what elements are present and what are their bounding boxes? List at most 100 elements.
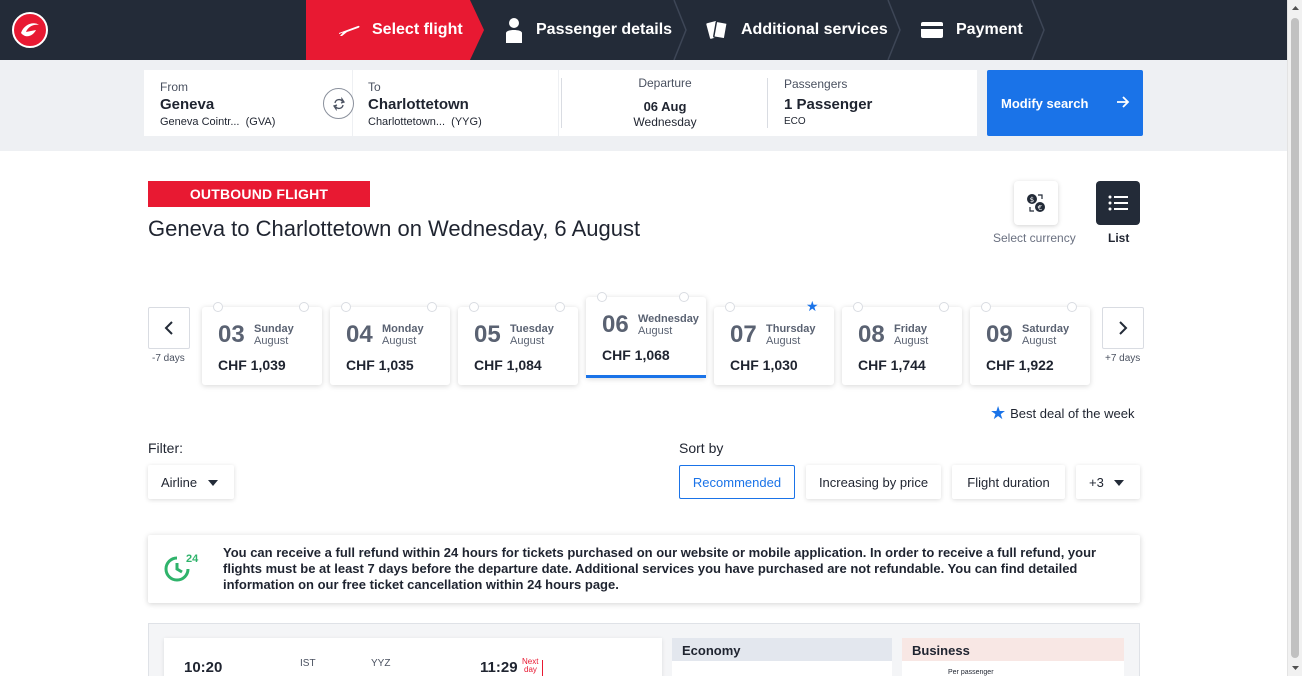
day-month: August — [382, 335, 417, 347]
business-label: Business — [912, 643, 970, 658]
day-number: 03 — [218, 321, 245, 348]
step-payment[interactable]: Payment — [920, 0, 1023, 60]
date-card-03[interactable]: 03 Sunday August CHF 1,039 — [202, 303, 322, 385]
date-card-06-selected[interactable]: 06 Wednesday August CHF 1,068 — [586, 293, 706, 378]
day-price: CHF 1,030 — [730, 357, 798, 373]
from-label: From — [160, 80, 188, 94]
date-card-08[interactable]: 08 Friday August CHF 1,744 — [842, 303, 962, 385]
svg-text:24: 24 — [186, 553, 199, 565]
previous-week-button[interactable] — [148, 307, 190, 349]
transfer-airport-code: IST — [300, 658, 316, 669]
divider — [767, 78, 768, 128]
departure-field[interactable]: Departure 06 Aug Wednesday — [570, 76, 760, 129]
business-fare-area[interactable]: Per passenger — [902, 661, 1124, 676]
date-card-05[interactable]: 05 Tuesday August CHF 1,084 — [458, 303, 578, 385]
economy-label: Economy — [682, 643, 741, 658]
step-additional-services[interactable]: Additional services — [705, 0, 888, 60]
chevron-right-icon — [1119, 321, 1128, 335]
day-month: August — [638, 325, 673, 337]
date-card-07[interactable]: 07 Thursday August CHF 1,030 — [714, 303, 834, 385]
passengers-value: 1 Passenger — [784, 96, 873, 113]
step-label: Select flight — [372, 21, 463, 38]
plane-icon — [338, 23, 360, 37]
arrow-right-icon — [1115, 94, 1131, 113]
sort-price-button[interactable]: Increasing by price — [806, 465, 941, 499]
more-sort-label: +3 — [1089, 474, 1104, 490]
day-month: August — [1022, 335, 1057, 347]
day-name: Sunday — [254, 323, 294, 335]
sort-by-label: Sort by — [679, 440, 724, 456]
modify-search-button[interactable]: Modify search — [987, 70, 1143, 136]
star-icon: ★ — [990, 403, 1007, 423]
day-month: August — [766, 335, 801, 347]
sort-recommended-button[interactable]: Recommended — [679, 465, 795, 499]
list-view-button[interactable] — [1096, 181, 1140, 225]
day-month: August — [254, 335, 289, 347]
airline-filter-label: Airline — [161, 474, 198, 490]
sort-duration-button[interactable]: Flight duration — [952, 465, 1065, 499]
day-number: 04 — [346, 321, 373, 348]
currency-exchange-icon: $€ — [1027, 194, 1045, 212]
departure-day: Wednesday — [633, 115, 697, 129]
step-divider — [886, 0, 902, 60]
scrollbar-thumb[interactable] — [1291, 18, 1299, 658]
cabin-class: ECO — [784, 116, 806, 127]
to-city: Charlottetown — [368, 96, 469, 113]
day-number: 05 — [474, 321, 501, 348]
flight-itinerary-card[interactable]: 10:20 IST YYZ 11:29 Next day — [164, 638, 662, 676]
person-icon — [504, 17, 524, 43]
page-scrollbar[interactable] — [1287, 0, 1302, 676]
best-deal-label: Best deal of the week — [1010, 406, 1135, 421]
step-passenger-details[interactable]: Passenger details — [504, 0, 672, 60]
from-airport: Geneva Cointr... (GVA) — [160, 116, 276, 128]
route-title: Geneva to Charlottetown on Wednesday, 6 … — [148, 216, 641, 241]
day-month: August — [510, 335, 545, 347]
airline-filter-dropdown[interactable]: Airline — [148, 465, 234, 499]
caret-down-icon — [1114, 480, 1124, 486]
chevron-left-icon — [164, 321, 173, 335]
swap-icon — [332, 96, 345, 111]
day-price: CHF 1,068 — [602, 347, 670, 363]
day-name: Tuesday — [510, 323, 554, 335]
progress-header: Select flight Passenger details Addition… — [0, 0, 1287, 60]
outbound-flight-tag: OUTBOUND FLIGHT — [148, 181, 370, 207]
day-name: Saturday — [1022, 323, 1070, 335]
more-sort-options-dropdown[interactable]: +3 — [1076, 465, 1140, 499]
day-month: August — [894, 335, 929, 347]
refund-24h-icon: 24 — [164, 551, 204, 590]
day-price: CHF 1,084 — [474, 357, 542, 373]
departure-label: Departure — [638, 76, 692, 90]
next-day-label: Next day — [522, 657, 539, 674]
card-icon — [920, 21, 944, 39]
turkish-airlines-logo[interactable] — [12, 12, 48, 48]
day-name: Friday — [894, 323, 928, 335]
day-name: Wednesday — [638, 313, 699, 325]
passengers-field[interactable]: Passengers 1 Passenger ECO — [784, 77, 964, 127]
swap-airports-button[interactable] — [323, 88, 354, 119]
svg-text:€: € — [1038, 204, 1042, 212]
from-field[interactable]: From Geneva Geneva Cointr... (GVA) — [144, 70, 352, 136]
day-price: CHF 1,744 — [858, 357, 926, 373]
select-currency-button[interactable]: $ € — [1014, 181, 1058, 225]
day-number: 06 — [602, 311, 629, 338]
step-select-flight[interactable]: Select flight — [306, 0, 484, 60]
departure-date: 06 Aug — [643, 99, 687, 114]
passengers-label: Passengers — [784, 77, 848, 91]
filter-label: Filter: — [148, 440, 183, 456]
step-divider — [1030, 0, 1046, 60]
next-week-button[interactable] — [1102, 307, 1144, 349]
cards-icon — [705, 18, 729, 42]
date-card-04[interactable]: 04 Monday August CHF 1,035 — [330, 303, 450, 385]
arrival-airport-code: YYZ — [371, 658, 391, 669]
per-passenger-label: Per passenger — [948, 669, 994, 676]
step-divider — [672, 0, 688, 60]
next-day-divider — [542, 660, 543, 676]
economy-fare-area[interactable] — [672, 661, 892, 676]
departure-time: 10:20 — [184, 659, 223, 676]
caret-down-icon — [208, 480, 218, 486]
best-deal-legend: ★ Best deal of the week — [990, 403, 1134, 424]
day-number: 09 — [986, 321, 1013, 348]
date-card-09[interactable]: 09 Saturday August CHF 1,922 — [970, 303, 1090, 385]
day-name: Thursday — [766, 323, 816, 335]
to-field[interactable]: To Charlottetown Charlottetown... (YYG) — [353, 70, 558, 136]
